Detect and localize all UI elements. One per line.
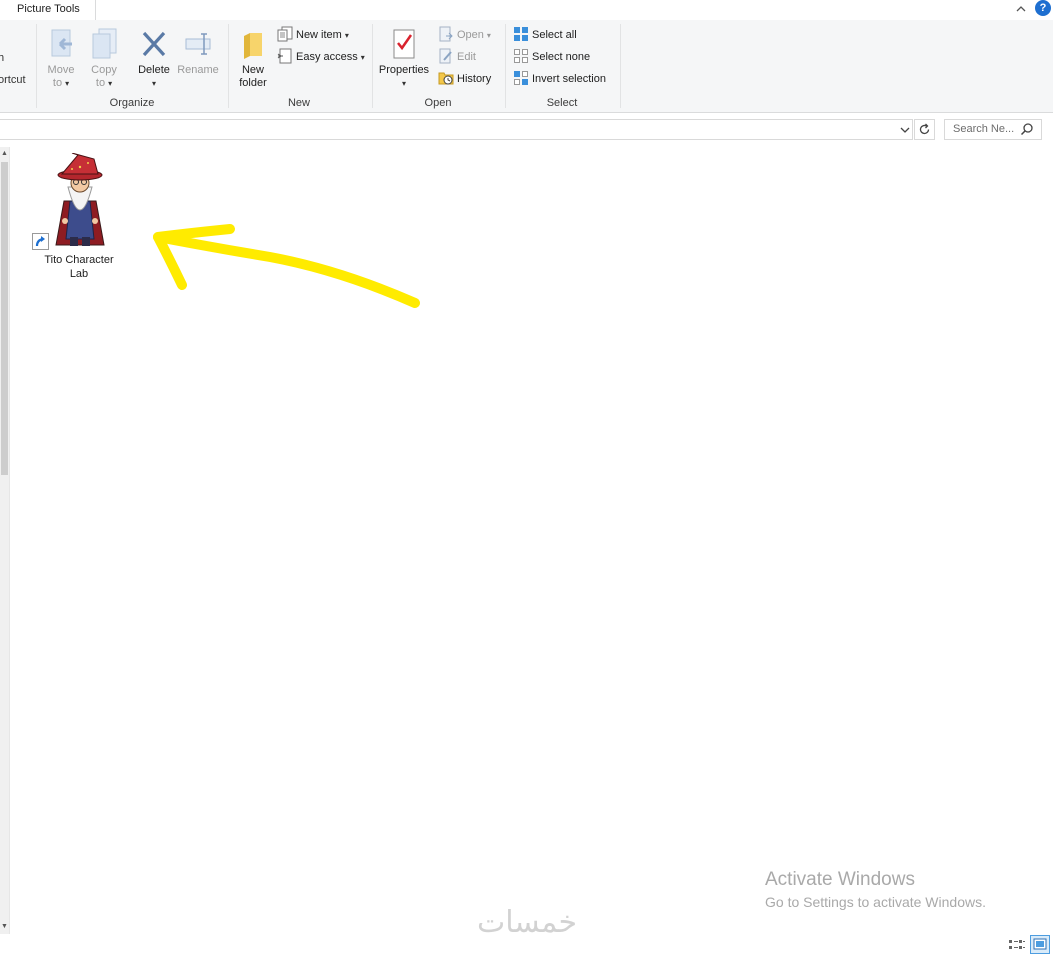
invert-selection-icon: [513, 70, 529, 86]
select-all-icon: [513, 26, 529, 42]
group-label-open: Open: [424, 97, 452, 109]
invert-selection-button[interactable]: Invert selection: [513, 69, 606, 89]
delete-x-icon: [142, 31, 166, 57]
large-icons-view-icon: [1033, 938, 1047, 950]
details-view-button[interactable]: [1008, 937, 1026, 953]
group-label-new: New: [287, 97, 310, 109]
scroll-up-icon[interactable]: ▲: [0, 148, 9, 160]
group-separator: [372, 24, 373, 108]
shortcut-arrow-icon: [32, 233, 49, 250]
select-none-button[interactable]: Select none: [513, 47, 590, 67]
refresh-button[interactable]: [914, 119, 935, 140]
refresh-icon: [919, 123, 930, 135]
edit-button[interactable]: Edit: [438, 47, 476, 67]
watermark-logo: خمسات: [476, 905, 578, 940]
group-separator: [620, 24, 621, 108]
delete-button[interactable]: Delete ▾: [133, 26, 175, 92]
title-bar: [0, 0, 1053, 21]
chevron-down-icon[interactable]: [898, 123, 912, 137]
activate-windows-title: Activate Windows: [765, 869, 915, 890]
select-none-icon: [513, 48, 529, 64]
folder-icon: [244, 33, 262, 59]
copy-to-icon: [92, 28, 117, 59]
easy-access-button[interactable]: Easy access ▾: [277, 47, 365, 67]
group-separator: [228, 24, 229, 108]
scroll-down-icon[interactable]: ▼: [0, 921, 9, 933]
group-separator: [36, 24, 37, 108]
search-icon[interactable]: [1020, 122, 1034, 136]
help-icon[interactable]: ?: [1035, 0, 1051, 16]
open-button[interactable]: Open ▾: [438, 25, 491, 45]
copy-to-button[interactable]: Copy to ▾: [85, 26, 123, 92]
tab-picture-tools[interactable]: Picture Tools: [0, 0, 96, 20]
clipped-button-line1: h: [0, 52, 5, 64]
wizard-icon: [55, 153, 105, 246]
clipped-button-line2: ortcut: [0, 74, 26, 86]
edit-icon: [438, 48, 454, 64]
easy-access-icon: [277, 48, 293, 64]
new-folder-button[interactable]: New folder: [233, 26, 273, 92]
activate-windows-subtitle: Go to Settings to activate Windows.: [765, 894, 986, 910]
group-label-organize: Organize: [109, 97, 155, 109]
open-icon: [438, 26, 454, 42]
file-name-label: Tito Character Lab: [44, 254, 114, 280]
file-item-shortcut[interactable]: Tito Character Lab: [30, 153, 128, 285]
move-to-icon: [51, 29, 72, 57]
rename-button[interactable]: Rename: [176, 26, 220, 92]
move-to-button[interactable]: Move to ▾: [42, 26, 80, 92]
new-item-button[interactable]: New item ▾: [277, 25, 349, 45]
new-item-icon: [277, 26, 293, 42]
rename-icon: [185, 33, 211, 55]
address-field[interactable]: [0, 119, 913, 140]
select-all-button[interactable]: Select all: [513, 25, 577, 45]
history-button[interactable]: History: [438, 69, 491, 89]
annotation-arrow: [153, 224, 420, 308]
scrollbar-thumb[interactable]: [1, 162, 8, 475]
history-icon: [438, 70, 454, 86]
properties-button[interactable]: Properties ▾: [376, 26, 432, 92]
group-separator: [505, 24, 506, 108]
details-view-icon: [1009, 940, 1025, 949]
collapse-ribbon-icon[interactable]: [1014, 2, 1028, 16]
group-label-select: Select: [546, 97, 578, 109]
properties-icon: [393, 29, 415, 59]
large-icons-view-button[interactable]: [1030, 935, 1050, 954]
